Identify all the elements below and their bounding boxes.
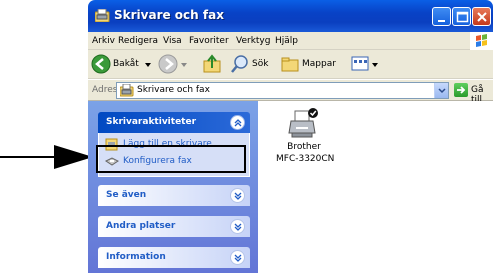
folders-icon: [281, 57, 299, 72]
see-also-title: Se även: [106, 190, 147, 200]
details-header[interactable]: Information: [98, 247, 250, 268]
back-label: Bakåt: [113, 59, 139, 69]
address-value: Skrivare och fax: [137, 85, 210, 95]
views-icon: [351, 56, 369, 71]
chevron-down-icon: [234, 192, 242, 200]
expand-button[interactable]: [230, 188, 245, 203]
details-title: Information: [106, 252, 166, 262]
back-arrow-icon: [91, 54, 111, 74]
minimize-button[interactable]: [432, 7, 451, 26]
printer-name-line1: Brother: [287, 142, 321, 152]
other-places-title: Andra platser: [106, 221, 176, 231]
printer-list: Brother MFC-3320CN: [258, 101, 493, 273]
views-button[interactable]: [350, 54, 380, 75]
menu-hjalp[interactable]: Hjälp: [275, 36, 298, 46]
chevron-down-icon: [372, 63, 378, 67]
window-title: Skrivare och fax: [114, 8, 224, 22]
menu-visa[interactable]: Visa: [163, 36, 182, 46]
menu-redigera[interactable]: Redigera: [118, 36, 158, 46]
windows-flag-icon: [470, 32, 493, 50]
forward-arrow-icon: [158, 54, 178, 74]
search-icon: [231, 55, 248, 73]
chevron-down-icon: [438, 88, 446, 94]
explorer-window: Skrivare och fax Arkiv Redigera Visa Fav…: [88, 0, 493, 273]
maximize-button[interactable]: [452, 7, 471, 26]
menu-verktyg[interactable]: Verktyg: [236, 36, 270, 46]
menu-bar: Arkiv Redigera Visa Favoriter Verktyg Hj…: [88, 32, 493, 50]
address-input[interactable]: Skrivare och fax: [116, 82, 449, 99]
forward-button[interactable]: [158, 54, 190, 75]
folders-button[interactable]: Mappar: [280, 54, 342, 75]
see-also-header[interactable]: Se även: [98, 185, 250, 206]
printer-icon: [288, 108, 318, 138]
menu-arkiv[interactable]: Arkiv: [92, 36, 115, 46]
close-button[interactable]: [472, 7, 491, 26]
title-bar[interactable]: Skrivare och fax: [88, 0, 493, 32]
chevron-up-icon: [234, 119, 242, 127]
task-pane: Skrivaraktiviteter Lägg till en skrivare…: [88, 101, 258, 273]
address-bar: Adress Skrivare och fax Gå till: [88, 80, 493, 105]
back-button[interactable]: Bakåt: [91, 54, 153, 75]
other-places-header[interactable]: Andra platser: [98, 216, 250, 237]
chevron-down-icon: [234, 223, 242, 231]
up-folder-icon: [203, 54, 221, 73]
chevron-down-icon: [234, 254, 242, 262]
search-label: Sök: [252, 59, 269, 69]
menu-favoriter[interactable]: Favoriter: [189, 36, 229, 46]
collapse-button[interactable]: [230, 115, 245, 130]
printer-name-line2: MFC-3320CN: [276, 154, 335, 164]
printer-folder-icon: [120, 84, 134, 97]
expand-button[interactable]: [230, 250, 245, 265]
folders-label: Mappar: [302, 59, 336, 69]
address-dropdown-button[interactable]: [434, 83, 448, 98]
printer-folder-icon: [95, 9, 110, 22]
highlight-box: [96, 145, 246, 173]
chevron-down-icon: [145, 63, 151, 67]
up-folder-button[interactable]: [203, 54, 223, 75]
printer-tasks-title: Skrivaraktiviteter: [106, 117, 197, 127]
expand-button[interactable]: [230, 219, 245, 234]
chevron-down-icon: [181, 63, 187, 67]
printer-tasks-header[interactable]: Skrivaraktiviteter: [98, 112, 250, 133]
go-button[interactable]: [454, 83, 468, 97]
toolbar: Bakåt Sök Mappar: [88, 50, 493, 79]
printer-item[interactable]: Brother MFC-3320CN: [276, 107, 335, 165]
go-arrow-icon: [457, 86, 466, 94]
search-button[interactable]: Sök: [230, 54, 275, 75]
